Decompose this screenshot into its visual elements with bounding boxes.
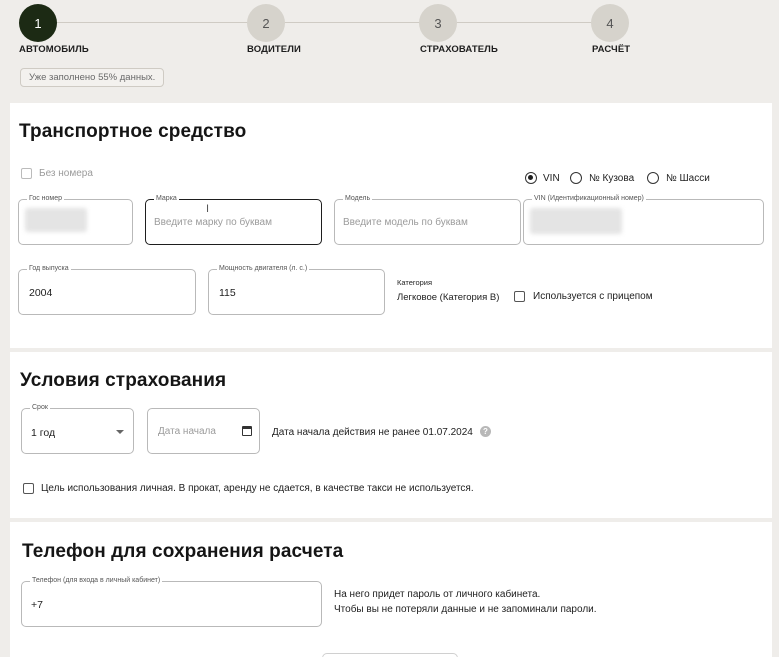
model-field-label: Модель	[343, 195, 373, 202]
phone-card: Телефон для сохранения расчета Телефон (…	[10, 522, 772, 657]
phone-field[interactable]: Телефон (для входа в личный кабинет) +7	[21, 577, 322, 627]
stepper-line	[38, 22, 608, 23]
vin-field-label: VIN (Идентификационный номер)	[532, 195, 646, 202]
power-value[interactable]: 115	[219, 287, 236, 299]
model-field[interactable]: Модель Введите модель по буквам	[334, 195, 521, 245]
plate-value-redacted	[25, 208, 87, 232]
no-plate-label: Без номера	[39, 168, 93, 179]
step-1-circle[interactable]: 1	[19, 4, 57, 42]
id-type-label-body: № Кузова	[589, 173, 635, 184]
make-input[interactable]: Введите марку по буквам	[154, 217, 272, 228]
calendar-icon[interactable]	[242, 426, 252, 436]
vehicle-title: Транспортное средство	[19, 121, 247, 142]
plate-field-label: Гос номер	[27, 195, 65, 202]
start-date-input[interactable]: Дата начала	[158, 426, 216, 437]
year-field-label: Год выпуска	[27, 265, 71, 272]
stepper: 1 АВТОМОБИЛЬ 2 ВОДИТЕЛИ 3 СТРАХОВАТЕЛЬ 4…	[0, 0, 779, 100]
no-plate-checkbox[interactable]	[21, 168, 32, 179]
phone-note-line2: Чтобы вы не потеряли данные и не запомин…	[334, 604, 597, 615]
chevron-down-icon	[116, 430, 124, 434]
phone-field-label: Телефон (для входа в личный кабинет)	[30, 577, 163, 584]
make-field[interactable]: Марка Введите марку по буквам I	[145, 195, 322, 245]
start-date-field[interactable]: Дата начала	[147, 408, 260, 454]
term-value: 1 год	[31, 427, 56, 439]
start-date-note: Дата начала действия не ранее 01.07.2024	[272, 427, 473, 438]
phone-input[interactable]: +7	[31, 599, 43, 611]
step-2-label[interactable]: ВОДИТЕЛИ	[247, 44, 301, 55]
bottom-panel-edge	[322, 653, 458, 657]
trailer-checkbox[interactable]	[514, 291, 525, 302]
step-3-label[interactable]: СТРАХОВАТЕЛЬ	[420, 44, 498, 55]
vehicle-card: Транспортное средство Без номера VIN № К…	[10, 103, 772, 348]
step-4-circle[interactable]: 4	[591, 4, 629, 42]
year-field[interactable]: Год выпуска 2004	[18, 265, 196, 315]
vin-value-redacted	[530, 208, 622, 234]
year-value[interactable]: 2004	[29, 287, 52, 299]
phone-note-line1: На него придет пароль от личного кабинет…	[334, 589, 541, 600]
id-type-label-vin: VIN	[543, 173, 560, 184]
help-icon[interactable]: ?	[480, 426, 491, 437]
step-4-label[interactable]: РАСЧЁТ	[592, 44, 630, 55]
model-input[interactable]: Введите модель по буквам	[343, 217, 468, 228]
insurance-title: Условия страхования	[20, 370, 227, 391]
id-type-radio-vin[interactable]	[525, 172, 537, 184]
term-select-label: Срок	[30, 404, 50, 411]
power-field[interactable]: Мощность двигателя (л. с.) 115	[208, 265, 385, 315]
plate-field[interactable]: Гос номер	[18, 195, 133, 245]
id-type-radio-body[interactable]	[570, 172, 582, 184]
step-3-circle[interactable]: 3	[419, 4, 457, 42]
term-select[interactable]: Срок 1 год	[21, 404, 134, 454]
insurance-card: Условия страхования Срок 1 год Дата нача…	[10, 352, 772, 518]
power-field-label: Мощность двигателя (л. с.)	[217, 265, 310, 272]
text-cursor-icon: I	[206, 203, 210, 215]
trailer-label: Используется с прицепом	[533, 291, 653, 302]
category-label: Категория	[397, 278, 433, 287]
step-1-label[interactable]: АВТОМОБИЛЬ	[19, 44, 89, 55]
step-2-circle[interactable]: 2	[247, 4, 285, 42]
category-value: Легковое (Категория В)	[397, 292, 500, 303]
id-type-radio-chassis[interactable]	[647, 172, 659, 184]
purpose-label: Цель использования личная. В прокат, аре…	[41, 483, 474, 494]
make-field-label: Марка	[154, 195, 179, 202]
id-type-label-chassis: № Шасси	[666, 173, 710, 184]
progress-badge: Уже заполнено 55% данных.	[20, 68, 165, 87]
phone-title: Телефон для сохранения расчета	[22, 541, 344, 562]
vin-field[interactable]: VIN (Идентификационный номер)	[523, 195, 764, 245]
purpose-checkbox[interactable]	[23, 483, 34, 494]
